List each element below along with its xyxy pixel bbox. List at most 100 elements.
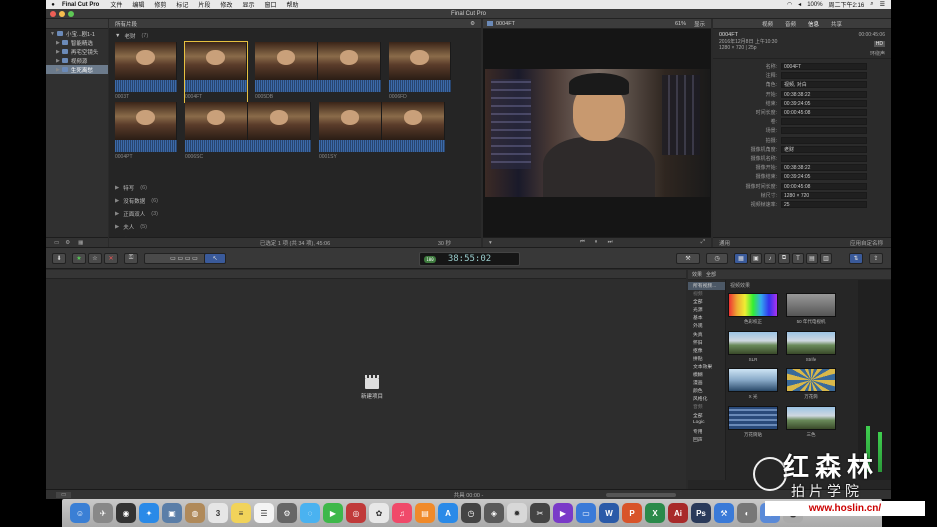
effect-thumbnail[interactable]: 万花筒贴: [728, 406, 778, 438]
metadata-field[interactable]: 老财: [781, 145, 867, 153]
menu-help[interactable]: 帮助: [281, 0, 303, 9]
messages-icon[interactable]: ◌: [300, 503, 320, 523]
category-item[interactable]: 风格化: [688, 395, 725, 403]
play-pause-icon[interactable]: ⏸: [595, 239, 598, 246]
volume-icon[interactable]: ◂: [798, 1, 801, 8]
reject-icon[interactable]: ✕: [104, 253, 118, 264]
category-item[interactable]: 全部: [688, 412, 725, 420]
folder-icon[interactable]: ▭: [576, 503, 596, 523]
disclosure-icon[interactable]: ▼: [50, 31, 55, 37]
effect-thumbnail[interactable]: X 光: [728, 368, 778, 400]
metadata-field[interactable]: 00:38:38:22: [781, 90, 867, 98]
menu-file[interactable]: 文件: [105, 0, 127, 9]
clip-thumbnail[interactable]: 0006FD: [389, 42, 451, 102]
category-item[interactable]: 所有视频...: [688, 282, 725, 291]
effect-thumbnail[interactable]: 50 年代电视机: [786, 293, 836, 325]
fullscreen-icon[interactable]: ⤢: [701, 239, 711, 246]
previous-frame-icon[interactable]: ⏮: [580, 239, 585, 246]
metadata-field[interactable]: 25: [781, 200, 867, 208]
grid-view-icon[interactable]: ▦: [70, 240, 83, 246]
tab-info[interactable]: 信息: [808, 20, 819, 28]
group-row-open[interactable]: ▼ 老财 (7): [109, 29, 481, 42]
menu-view[interactable]: 显示: [237, 0, 259, 9]
category-item[interactable]: 怀旧: [688, 339, 725, 347]
metadata-field[interactable]: [781, 136, 867, 144]
app-menu[interactable]: Final Cut Pro: [60, 2, 105, 8]
calendar-icon[interactable]: 3: [208, 503, 228, 523]
clip-thumbnail[interactable]: 0004PT: [115, 102, 177, 162]
index-button[interactable]: ▭: [56, 491, 72, 498]
compressor-icon[interactable]: ◈: [484, 503, 504, 523]
group-row[interactable]: ▶ 夫人 (5): [109, 220, 481, 233]
category-item[interactable]: 文本效果: [688, 363, 725, 371]
metadata-field[interactable]: [781, 118, 867, 126]
share-icon[interactable]: ⇪: [869, 253, 883, 264]
effect-thumbnail[interactable]: 三色: [786, 406, 836, 438]
category-item[interactable]: 颜色: [688, 387, 725, 395]
category-item[interactable]: 全部: [688, 298, 725, 306]
search-icon[interactable]: ⌕: [870, 1, 873, 8]
timeline-zoom-slider[interactable]: [606, 492, 676, 497]
disclosure-icon[interactable]: ▶: [115, 198, 119, 204]
metadata-field[interactable]: [781, 154, 867, 162]
menu-clip[interactable]: 片段: [193, 0, 215, 9]
apple-menu-icon[interactable]: ●: [46, 2, 60, 8]
category-item[interactable]: 回声: [688, 436, 725, 444]
video-icon[interactable]: ▶: [553, 503, 573, 523]
clip-thumbnail[interactable]: 0001SY: [319, 102, 445, 162]
metadata-field[interactable]: 00:00:45:08: [781, 109, 867, 117]
motion-icon[interactable]: ✹: [507, 503, 527, 523]
metadata-field[interactable]: 00:38:38:22: [781, 164, 867, 172]
enhance-icon[interactable]: ⚒: [676, 253, 700, 264]
library-item[interactable]: ▼ 小宝...剧1-1: [46, 29, 108, 38]
music-icon[interactable]: ♪: [764, 253, 776, 264]
event-item[interactable]: ▶ 视频源: [46, 56, 108, 65]
import-icon[interactable]: ⬇: [52, 253, 66, 264]
ibooks-icon[interactable]: ▤: [415, 503, 435, 523]
category-item[interactable]: 失真: [688, 331, 725, 339]
tab-audio[interactable]: 音频: [785, 20, 796, 28]
effects-filter[interactable]: 全部: [706, 271, 716, 278]
group-row[interactable]: ▶ 正面双人 (3): [109, 207, 481, 220]
disclosure-icon[interactable]: ▶: [115, 224, 119, 230]
video-frame[interactable]: [485, 69, 710, 197]
effect-thumbnail[interactable]: Strife: [786, 331, 836, 362]
new-project-button[interactable]: 新建项目: [346, 375, 398, 400]
transitions-icon[interactable]: ⧉: [778, 253, 790, 264]
menu-trim[interactable]: 修剪: [149, 0, 171, 9]
effects-tab[interactable]: 效果: [692, 271, 702, 278]
word-icon[interactable]: W: [599, 503, 619, 523]
unrate-icon[interactable]: ☆: [88, 253, 102, 264]
clip-thumbnail[interactable]: 0003T: [115, 42, 177, 102]
generators-icon[interactable]: ▤: [806, 253, 818, 264]
battery-label[interactable]: 100%: [807, 2, 822, 8]
menu-window[interactable]: 窗口: [259, 0, 281, 9]
clip-zoom[interactable]: 30 秒: [438, 239, 451, 247]
finder-icon[interactable]: ☺: [70, 503, 90, 523]
disclosure-icon[interactable]: ▶: [115, 211, 119, 217]
tab-share[interactable]: 共享: [831, 20, 842, 28]
gear-icon[interactable]: ⚙: [59, 240, 70, 246]
clock[interactable]: 周二下午2:16: [829, 0, 865, 9]
clip-thumbnail[interactable]: 0005DB: [255, 42, 381, 102]
clip-thumbnail[interactable]: 0006SC: [185, 102, 311, 162]
notification-icon[interactable]: ☰: [880, 1, 885, 8]
facetime-icon[interactable]: ▶: [323, 503, 343, 523]
photo-booth-icon[interactable]: ◎: [346, 503, 366, 523]
effect-thumbnail[interactable]: 色彩校正: [728, 293, 778, 325]
effect-thumbnail[interactable]: 万花筒: [786, 368, 836, 400]
photos-icon[interactable]: ✿: [369, 503, 389, 523]
metadata-field[interactable]: 1280 × 720: [781, 191, 867, 199]
preview-icon[interactable]: ▣: [162, 503, 182, 523]
tab-video[interactable]: 视频: [762, 20, 773, 28]
next-frame-icon[interactable]: ⏭: [608, 239, 613, 246]
time-machine-icon[interactable]: ◷: [461, 503, 481, 523]
group-row[interactable]: ▶ 特写 (6): [109, 181, 481, 194]
photoshop-icon[interactable]: Ps: [691, 503, 711, 523]
reminders-icon[interactable]: ☰: [254, 503, 274, 523]
minimize-icon[interactable]: [59, 11, 65, 17]
inspector-toggle-icon[interactable]: ⇅: [849, 253, 863, 264]
dashboard-timecode[interactable]: 100 38:55:02: [419, 252, 520, 266]
metadata-field[interactable]: 00:39:24:05: [781, 99, 867, 107]
category-item[interactable]: 模糊: [688, 371, 725, 379]
